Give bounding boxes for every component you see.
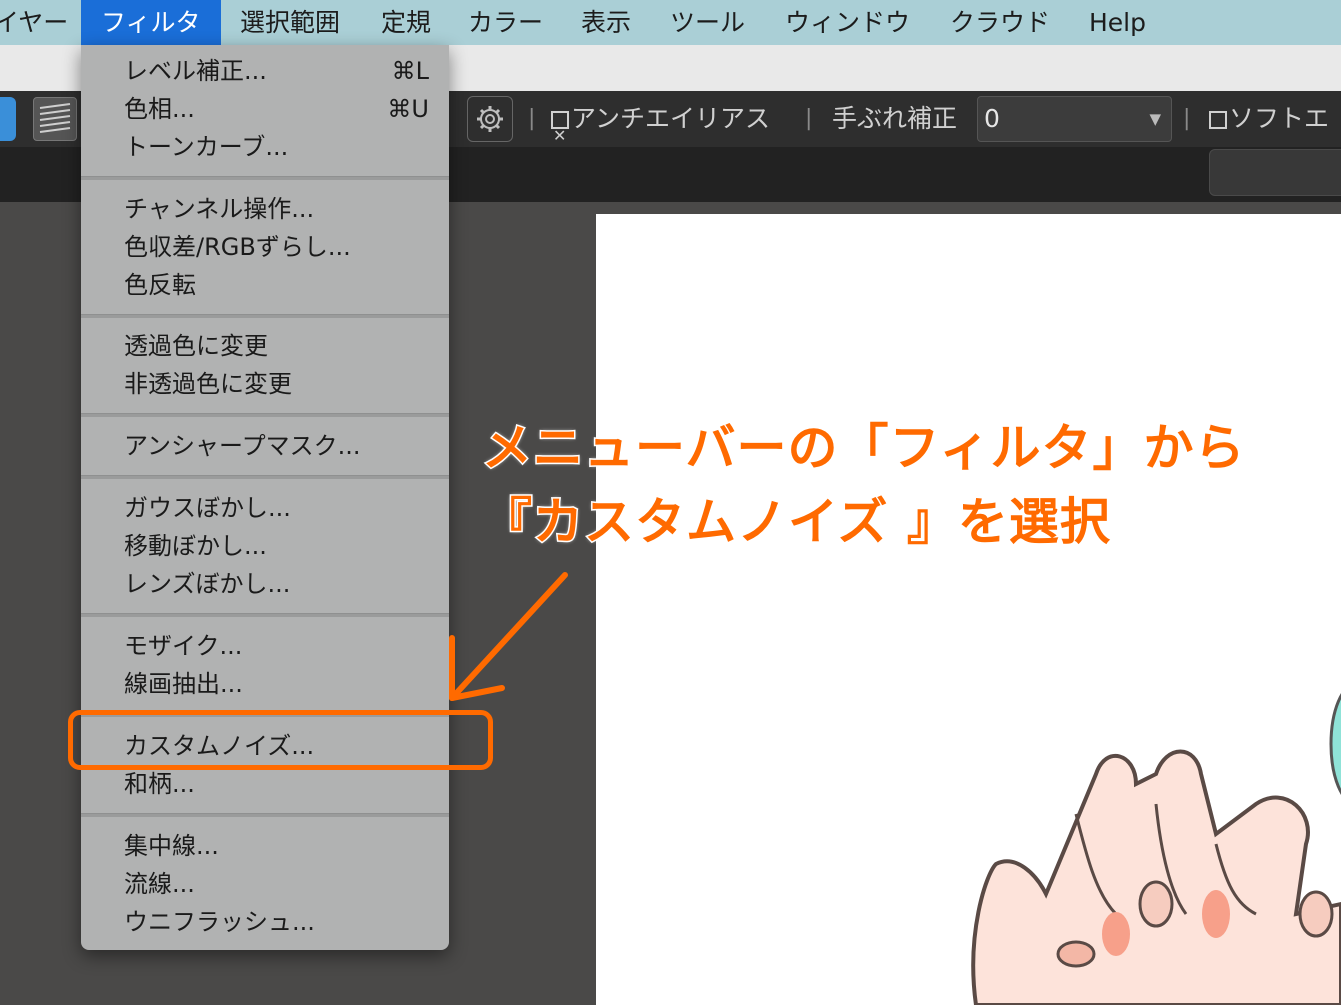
menu-item-label: 移動ぼかし... [124, 532, 267, 560]
antialias-checkbox[interactable] [551, 108, 569, 164]
separator: | [1183, 106, 1191, 131]
separator: | [528, 106, 536, 131]
annotation-line-2: 『カスタムノイズ 』を選択 [481, 492, 1112, 553]
menu-item-japanese-pattern[interactable]: 和柄... [124, 765, 429, 803]
menu-bar: イヤー フィルタ 選択範囲 定規 カラー 表示 ツール ウィンドウ クラウド H… [0, 0, 1341, 45]
annotation-line-1: メニューバーの「フィルタ」から [481, 418, 1246, 479]
menu-item-label: レンズぼかし... [124, 570, 291, 598]
menu-item-flow-lines[interactable]: 流線... [124, 865, 429, 903]
stabilizer-value: 0 [984, 104, 1000, 133]
menu-item-mosaic[interactable]: モザイク... [124, 627, 429, 665]
gear-icon [477, 106, 503, 132]
menu-item-label: 色相... [124, 95, 195, 123]
menu-item-label: 集中線... [124, 832, 219, 860]
lines-tool-button[interactable] [33, 97, 77, 141]
menu-layer[interactable]: イヤー [0, 0, 68, 45]
menu-item-invert[interactable]: 色反転 [124, 266, 429, 304]
menu-item-label: レベル補正... [124, 57, 267, 85]
menu-window[interactable]: ウィンドウ [785, 0, 910, 45]
menu-item-label: 色反転 [124, 271, 196, 299]
menu-divider [81, 475, 449, 479]
menu-item-gaussian-blur[interactable]: ガウスぼかし... [124, 489, 429, 527]
brush-tool-button[interactable] [0, 97, 16, 141]
illustration-hands [971, 693, 1341, 1005]
menu-item-label: 線画抽出... [124, 670, 243, 698]
stabilizer-label: 手ぶれ補正 [832, 104, 958, 133]
menu-filter[interactable]: フィルタ [81, 0, 221, 45]
menu-item-label: 流線... [124, 870, 195, 898]
menu-item-label: 非透過色に変更 [124, 370, 292, 398]
menu-tool[interactable]: ツール [670, 0, 745, 45]
menu-divider [81, 613, 449, 617]
menu-item-line-extract[interactable]: 線画抽出... [124, 665, 429, 703]
menu-item-label: 色収差/RGBずらし... [124, 233, 351, 261]
menu-cloud[interactable]: クラウド [950, 0, 1050, 45]
menu-item-hue[interactable]: 色相... ⌘U [124, 90, 429, 128]
settings-button[interactable] [467, 96, 513, 142]
shortcut-label: ⌘L [391, 57, 429, 85]
menu-item-label: 透過色に変更 [124, 332, 268, 360]
menu-divider [81, 413, 449, 417]
menu-divider [81, 176, 449, 180]
menu-item-lens-blur[interactable]: レンズぼかし... [124, 565, 429, 603]
menu-item-label: モザイク... [124, 632, 243, 660]
menu-ruler[interactable]: 定規 [381, 0, 431, 45]
menu-item-to-transparent[interactable]: 透過色に変更 [124, 327, 429, 365]
stabilizer-select[interactable]: 0 ▼ [977, 96, 1172, 142]
menu-item-unsharp[interactable]: アンシャープマスク... [124, 427, 429, 465]
menu-view[interactable]: 表示 [581, 0, 631, 45]
separator: | [805, 106, 813, 131]
menu-color[interactable]: カラー [468, 0, 543, 45]
menu-item-label: チャンネル操作... [124, 195, 315, 223]
chevron-down-icon: ▼ [1149, 110, 1161, 128]
menu-help[interactable]: Help [1089, 0, 1146, 45]
filter-menu: レベル補正... ⌘L 色相... ⌘U トーンカーブ... チャンネル操作..… [81, 45, 449, 950]
menu-item-label: アンシャープマスク... [124, 432, 361, 460]
soft-edge-option[interactable]: ソフトエ [1209, 91, 1329, 147]
menu-item-focus-lines[interactable]: 集中線... [124, 827, 429, 865]
shortcut-label: ⌘U [387, 95, 429, 123]
menu-item-tone-curve[interactable]: トーンカーブ... [124, 128, 429, 166]
lines-icon [39, 103, 71, 133]
menu-item-label: ガウスぼかし... [124, 494, 291, 522]
menu-item-label: ウニフラッシュ... [124, 908, 315, 936]
soft-edge-label: ソフトエ [1229, 104, 1330, 133]
menu-item-chromatic[interactable]: 色収差/RGBずらし... [124, 228, 429, 266]
menu-select[interactable]: 選択範囲 [240, 0, 340, 45]
soft-edge-checkbox[interactable] [1209, 111, 1227, 129]
menu-item-label: 和柄... [124, 770, 195, 798]
menu-item-levels[interactable]: レベル補正... ⌘L [124, 52, 429, 90]
menu-divider [81, 813, 449, 817]
menu-item-urchin-flash[interactable]: ウニフラッシュ... [124, 903, 429, 941]
drawing-canvas[interactable] [596, 214, 1341, 1005]
arrow-icon [449, 572, 568, 701]
menu-item-label: トーンカーブ... [124, 133, 289, 161]
menu-item-motion-blur[interactable]: 移動ぼかし... [124, 527, 429, 565]
antialias-label: アンチエイリアス [571, 104, 771, 133]
menu-item-channel[interactable]: チャンネル操作... [124, 190, 429, 228]
secondary-button[interactable] [1209, 149, 1341, 196]
menu-divider [81, 314, 449, 318]
menu-item-to-opaque[interactable]: 非透過色に変更 [124, 365, 429, 403]
antialias-option[interactable]: アンチエイリアス [551, 91, 771, 164]
